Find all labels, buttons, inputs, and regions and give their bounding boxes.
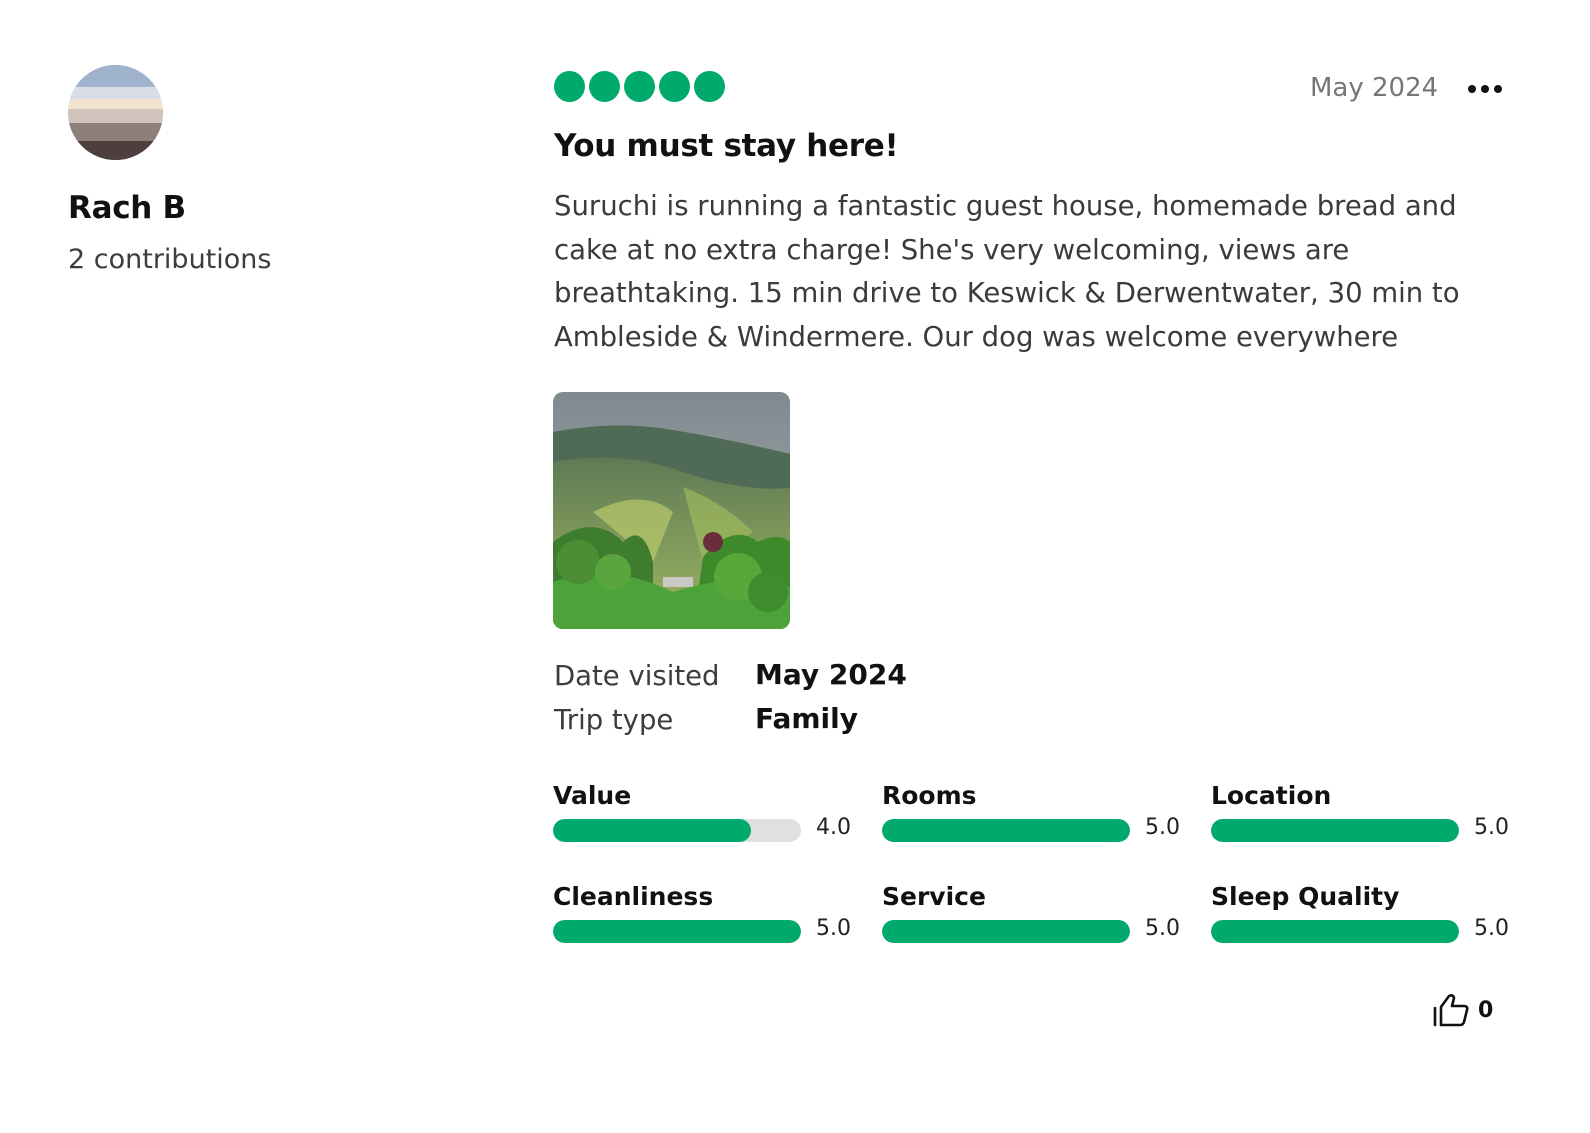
subrating-label: Cleanliness: [553, 882, 714, 911]
more-dots-icon: [1481, 85, 1489, 93]
more-options-button[interactable]: [1460, 72, 1510, 106]
review-photo[interactable]: [553, 392, 790, 629]
subrating-cleanliness: Cleanliness 5.0: [553, 882, 853, 952]
more-dots-icon: [1494, 85, 1502, 93]
subrating-bar-fill: [882, 920, 1130, 943]
subrating-bar: [553, 819, 801, 842]
subrating-sleep-quality: Sleep Quality 5.0: [1211, 882, 1511, 952]
trip-type-value: Family: [755, 702, 859, 735]
subrating-score: 4.0: [816, 815, 851, 840]
thumbs-up-icon: [1433, 994, 1469, 1027]
reviewer-name[interactable]: Rach B: [68, 190, 186, 226]
landscape-photo-icon: [553, 392, 790, 629]
subrating-score: 5.0: [1474, 815, 1509, 840]
subrating-bar: [553, 920, 801, 943]
subrating-service: Service 5.0: [882, 882, 1182, 952]
subrating-bar: [882, 920, 1130, 943]
subrating-bar-fill: [553, 920, 801, 943]
subrating-location: Location 5.0: [1211, 781, 1511, 851]
date-visited-value: May 2024: [755, 658, 907, 691]
subrating-label: Value: [553, 781, 632, 810]
subrating-label: Service: [882, 882, 986, 911]
subrating-score: 5.0: [1145, 916, 1180, 941]
subrating-bar-fill: [1211, 819, 1459, 842]
subrating-score: 5.0: [816, 916, 851, 941]
subrating-score: 5.0: [1145, 815, 1180, 840]
subrating-score: 5.0: [1474, 916, 1509, 941]
review-title: You must stay here!: [554, 128, 899, 164]
subrating-bar-fill: [553, 819, 752, 842]
helpful-vote-button[interactable]: 0: [1432, 992, 1493, 1028]
reviewer-avatar[interactable]: [68, 65, 163, 160]
subrating-label: Location: [1211, 781, 1332, 810]
review-text: Suruchi is running a fantastic guest hou…: [554, 190, 1460, 353]
subrating-label: Sleep Quality: [1211, 882, 1400, 911]
subrating-bar-fill: [882, 819, 1130, 842]
reviewer-contributions: 2 contributions: [68, 244, 272, 275]
rating-bubble-icon: [554, 71, 585, 102]
subrating-bar-fill: [1211, 920, 1459, 943]
rating-bubble-icon: [589, 71, 620, 102]
subrating-label: Rooms: [882, 781, 977, 810]
date-visited-label: Date visited: [554, 660, 720, 692]
subrating-bar: [882, 819, 1130, 842]
review-date: May 2024: [1310, 73, 1439, 103]
rating-bubble-icon: [659, 71, 690, 102]
subrating-bar: [1211, 819, 1459, 842]
more-dots-icon: [1468, 85, 1476, 93]
subrating-rooms: Rooms 5.0: [882, 781, 1182, 851]
trip-type-label: Trip type: [554, 704, 674, 736]
subrating-value: Value 4.0: [553, 781, 853, 851]
bubble-rating: [554, 71, 725, 102]
helpful-count: 0: [1478, 997, 1494, 1023]
subrating-bar: [1211, 920, 1459, 943]
rating-bubble-icon: [694, 71, 725, 102]
rating-bubble-icon: [624, 71, 655, 102]
